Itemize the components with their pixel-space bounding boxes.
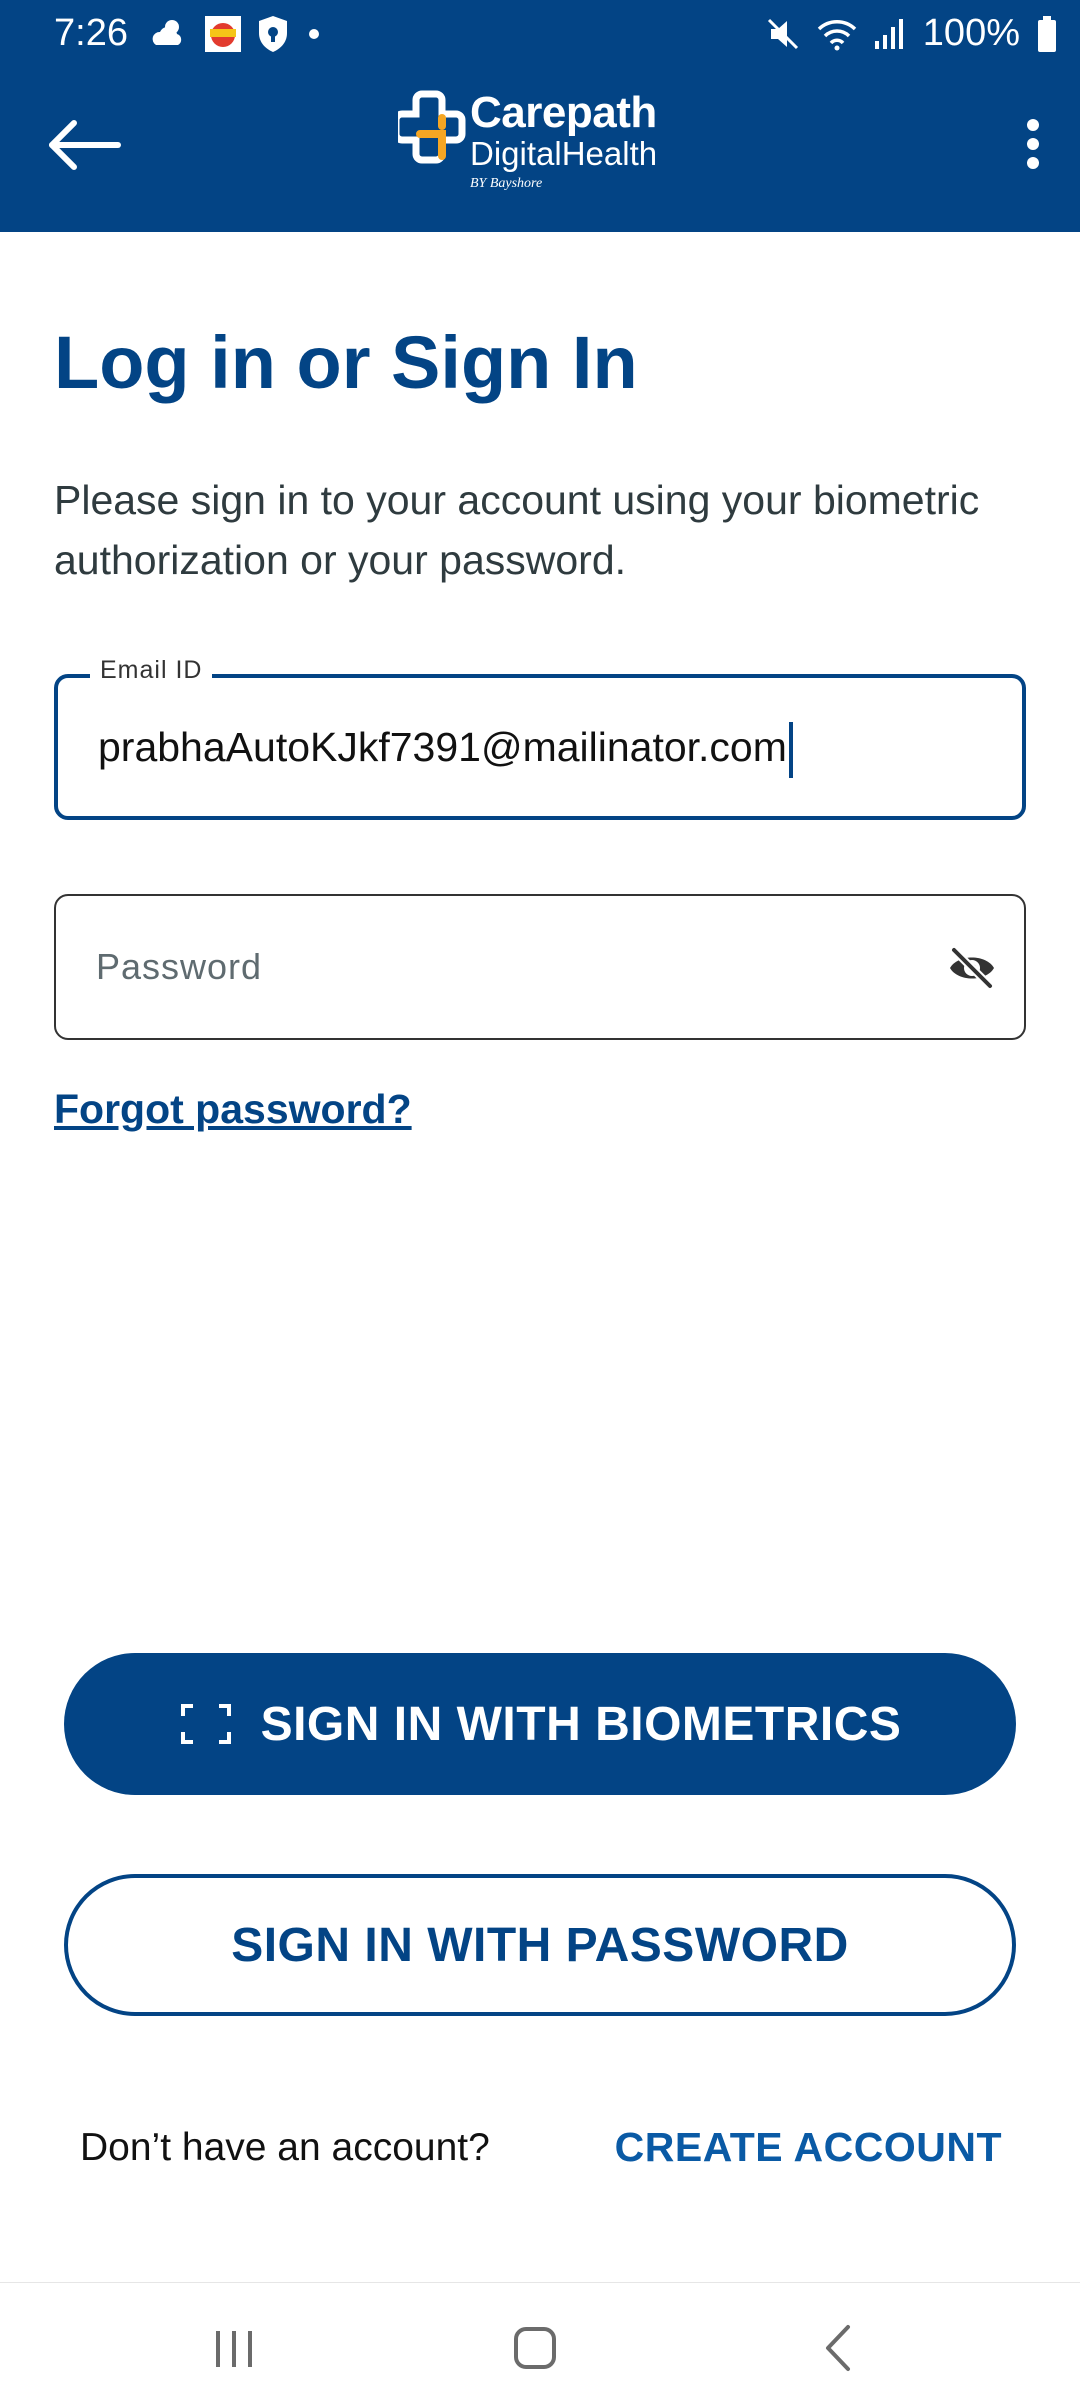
back-button[interactable] bbox=[44, 110, 134, 180]
page-title: Log in or Sign In bbox=[54, 321, 638, 404]
status-time: 7:26 bbox=[54, 12, 128, 54]
recents-icon bbox=[216, 2331, 252, 2367]
text-cursor bbox=[788, 722, 793, 778]
logo-line-3: BY Bayshore bbox=[470, 176, 543, 191]
email-field[interactable]: Email ID prabhaAutoKJkf7391@mailinator.c… bbox=[54, 656, 1026, 820]
email-field-label: Email ID bbox=[90, 656, 213, 685]
status-bar: 7:26 100% bbox=[0, 0, 1080, 70]
more-vert-icon bbox=[1027, 119, 1039, 169]
battery-percent: 100% bbox=[922, 12, 1020, 54]
recents-button[interactable] bbox=[194, 2313, 274, 2383]
status-right-icons: 100% bbox=[765, 12, 1058, 55]
signup-row: Don’t have an account? CREATE ACCOUNT bbox=[0, 2120, 1080, 2180]
system-nav-bar bbox=[0, 2282, 1080, 2408]
wifi-icon bbox=[817, 19, 857, 50]
home-button[interactable] bbox=[496, 2313, 576, 2383]
create-account-link[interactable]: CREATE ACCOUNT bbox=[615, 2124, 1002, 2171]
scan-frame-icon bbox=[180, 1704, 231, 1744]
sign-in-biometrics-button[interactable]: SIGN IN WITH BIOMETRICS bbox=[64, 1653, 1016, 1795]
sign-in-password-button[interactable]: SIGN IN WITH PASSWORD bbox=[64, 1874, 1016, 2016]
arrow-left-icon bbox=[49, 120, 121, 170]
app-badge-icon bbox=[205, 16, 241, 52]
page-description: Please sign in to your account using you… bbox=[54, 477, 980, 583]
home-icon bbox=[514, 2327, 556, 2369]
vpn-shield-icon bbox=[259, 16, 287, 52]
mute-icon bbox=[767, 18, 798, 49]
password-placeholder: Password bbox=[96, 946, 263, 987]
dot-icon bbox=[309, 29, 319, 39]
weather-icon bbox=[152, 20, 182, 45]
email-input[interactable]: prabhaAutoKJkf7391@mailinator.com bbox=[98, 722, 793, 778]
back-chevron-icon bbox=[826, 2325, 850, 2371]
sign-in-biometrics-label: SIGN IN WITH BIOMETRICS bbox=[260, 1697, 902, 1751]
carepath-cross-icon bbox=[398, 90, 466, 164]
more-options-button[interactable] bbox=[1008, 110, 1058, 180]
sign-in-password-label: SIGN IN WITH PASSWORD bbox=[231, 1918, 849, 1972]
app-header: 7:26 100% Carepath DigitalHealth BY Bays… bbox=[0, 0, 1080, 232]
password-visibility-toggle[interactable] bbox=[946, 944, 998, 992]
forgot-password-link[interactable]: Forgot password? bbox=[54, 1086, 412, 1133]
logo-line-1: Carepath bbox=[470, 88, 657, 137]
nav-back-button[interactable] bbox=[800, 2313, 880, 2383]
status-left-icons bbox=[150, 14, 324, 54]
eye-off-icon bbox=[950, 947, 994, 989]
email-value-text: prabhaAutoKJkf7391@mailinator.com bbox=[98, 723, 787, 770]
battery-icon bbox=[1038, 15, 1056, 52]
logo-line-2: DigitalHealth bbox=[470, 135, 658, 172]
carepath-logo: Carepath DigitalHealth BY Bayshore bbox=[398, 88, 698, 200]
no-account-text: Don’t have an account? bbox=[80, 2126, 490, 2169]
signal-icon bbox=[874, 18, 903, 49]
password-field[interactable]: Password bbox=[54, 894, 1026, 1040]
